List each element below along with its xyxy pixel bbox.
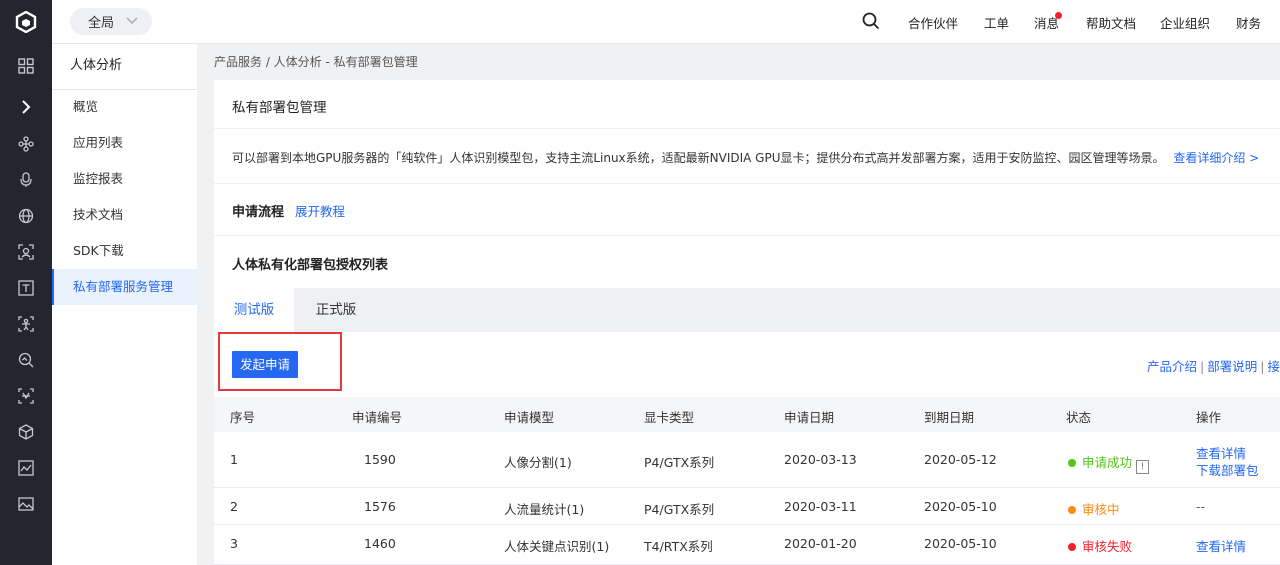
product-sidebar: 人体分析 概览 应用列表 监控报表 技术文档 SDK下载 私有部署服务管理 — [52, 44, 197, 565]
view-details-action[interactable]: 查看详情 — [1196, 536, 1246, 555]
row-index: 3 — [230, 536, 238, 551]
search-icon[interactable] — [862, 12, 880, 33]
image-chart-icon[interactable] — [0, 450, 52, 486]
page-title: 私有部署包管理 — [232, 100, 327, 116]
view-details-link[interactable]: 查看详细介绍 > — [1173, 151, 1259, 165]
sidebar-item-monitor[interactable]: 监控报表 — [52, 161, 197, 197]
row-expire-date: 2020-05-12 — [924, 452, 997, 467]
doc-links: 产品介绍|部署说明|接口 — [1147, 356, 1280, 375]
nav-messages[interactable]: 消息 — [1034, 0, 1059, 44]
status-text: 审核失败 — [1082, 539, 1133, 554]
scan-icon[interactable] — [0, 378, 52, 414]
breadcrumb: 产品服务 / 人体分析 - 私有部署包管理 — [214, 55, 418, 69]
col-actions: 操作 — [1196, 410, 1222, 425]
api-link[interactable]: 接口 — [1267, 359, 1280, 374]
network-icon[interactable] — [0, 126, 52, 162]
version-tabs: 测试版 正式版 — [214, 288, 1280, 332]
list-panel: 人体私有化部署包授权列表 — [214, 236, 1280, 288]
status-text: 申请成功 — [1082, 455, 1133, 470]
status-pending-dot — [1068, 506, 1076, 514]
top-bar: 全局 合作伙伴 工单 消息 帮助文档 企业组织 财务 — [52, 0, 1280, 44]
status-success-dot — [1068, 459, 1076, 467]
deploy-guide-link[interactable]: 部署说明 — [1207, 359, 1257, 374]
cube-icon[interactable] — [0, 414, 52, 450]
row-expire-date: 2020-05-10 — [924, 499, 997, 514]
logo-icon[interactable] — [0, 0, 52, 44]
row-code: 1576 — [364, 499, 396, 514]
description-panel: 可以部署到本地GPU服务器的「纯软件」人体识别模型包，支持主流Linux系统，适… — [214, 129, 1280, 183]
status-failed-dot — [1068, 543, 1076, 551]
row-gpu: P4/GTX系列 — [644, 455, 715, 470]
expand-icon[interactable] — [0, 89, 52, 125]
row-model: 人流量统计(1) — [504, 502, 585, 517]
table-header: 序号 申请编号 申请模型 显卡类型 申请日期 到期日期 状态 操作 — [214, 397, 1280, 432]
row-index: 1 — [230, 452, 238, 467]
col-expire-date: 到期日期 — [924, 410, 975, 425]
col-model: 申请模型 — [504, 410, 555, 425]
nav-finance[interactable]: 财务 — [1236, 0, 1261, 44]
sidebar-title: 人体分析 — [52, 44, 197, 90]
sidebar-item-app-list[interactable]: 应用列表 — [52, 125, 197, 161]
microphone-icon[interactable] — [0, 162, 52, 198]
row-status: 申请成功! — [1068, 452, 1150, 474]
tab-production[interactable]: 正式版 — [296, 288, 376, 332]
nav-tickets[interactable]: 工单 — [984, 0, 1009, 44]
nav-enterprise[interactable]: 企业组织 — [1160, 0, 1210, 44]
row-apply-date: 2020-01-20 — [784, 536, 857, 551]
sidebar-item-tech-docs[interactable]: 技术文档 — [52, 197, 197, 233]
col-gpu: 显卡类型 — [644, 410, 695, 425]
chevron-down-icon — [126, 14, 138, 30]
list-title: 人体私有化部署包授权列表 — [232, 258, 389, 273]
process-title: 申请流程 — [232, 205, 285, 220]
unread-dot — [1055, 12, 1062, 19]
status-text: 审核中 — [1082, 502, 1120, 517]
row-gpu: P4/GTX系列 — [644, 502, 715, 517]
description: 可以部署到本地GPU服务器的「纯软件」人体识别模型包，支持主流Linux系统，适… — [232, 149, 1259, 166]
title-panel: 私有部署包管理 — [214, 80, 1280, 128]
nav-help-docs[interactable]: 帮助文档 — [1086, 0, 1136, 44]
table-row: 3 1460 人体关键点识别(1) T4/RTX系列 2020-01-20 20… — [214, 525, 1280, 565]
scope-label: 全局 — [88, 16, 115, 31]
apply-button[interactable]: 发起申请 — [232, 351, 298, 378]
row-status: 审核中 — [1068, 499, 1120, 518]
row-model: 人像分割(1) — [504, 455, 572, 470]
description-text: 可以部署到本地GPU服务器的「纯软件」人体识别模型包，支持主流Linux系统，适… — [232, 151, 1165, 165]
col-apply-date: 申请日期 — [784, 410, 835, 425]
row-gpu: T4/RTX系列 — [644, 539, 713, 554]
download-package-action[interactable]: 下载部署包 — [1196, 460, 1259, 479]
nav-partners[interactable]: 合作伙伴 — [908, 0, 958, 44]
icon-rail — [0, 0, 52, 565]
sidebar-item-overview[interactable]: 概览 — [52, 89, 197, 125]
process-panel: 申请流程 展开教程 — [214, 184, 1280, 235]
row-model: 人体关键点识别(1) — [504, 539, 610, 554]
tab-test[interactable]: 测试版 — [214, 288, 294, 332]
sidebar-item-private-deploy[interactable]: 私有部署服务管理 — [52, 269, 197, 305]
text-icon[interactable] — [0, 270, 52, 306]
search-image-icon[interactable] — [0, 342, 52, 378]
grid-icon[interactable] — [0, 48, 52, 84]
col-code: 申请编号 — [352, 410, 403, 425]
row-apply-date: 2020-03-13 — [784, 452, 857, 467]
expand-tutorial-link[interactable]: 展开教程 — [295, 201, 345, 220]
row-code: 1590 — [364, 452, 396, 467]
table-row: 2 1576 人流量统计(1) P4/GTX系列 2020-03-11 2020… — [214, 488, 1280, 525]
col-index: 序号 — [230, 410, 256, 425]
sidebar-item-sdk[interactable]: SDK下载 — [52, 233, 197, 269]
row-apply-date: 2020-03-11 — [784, 499, 857, 514]
no-action: -- — [1196, 499, 1206, 514]
row-expire-date: 2020-05-10 — [924, 536, 997, 551]
scope-selector[interactable]: 全局 — [70, 8, 152, 35]
table-row: 1 1590 人像分割(1) P4/GTX系列 2020-03-13 2020-… — [214, 432, 1280, 488]
product-intro-link[interactable]: 产品介绍 — [1147, 359, 1197, 374]
globe-icon[interactable] — [0, 198, 52, 234]
row-index: 2 — [230, 499, 238, 514]
col-status: 状态 — [1066, 410, 1092, 425]
face-scan-icon[interactable] — [0, 234, 52, 270]
info-icon[interactable]: ! — [1136, 460, 1150, 474]
row-status: 审核失败 — [1068, 536, 1132, 555]
row-code: 1460 — [364, 536, 396, 551]
image-icon[interactable] — [0, 486, 52, 522]
body-icon[interactable] — [0, 306, 52, 342]
